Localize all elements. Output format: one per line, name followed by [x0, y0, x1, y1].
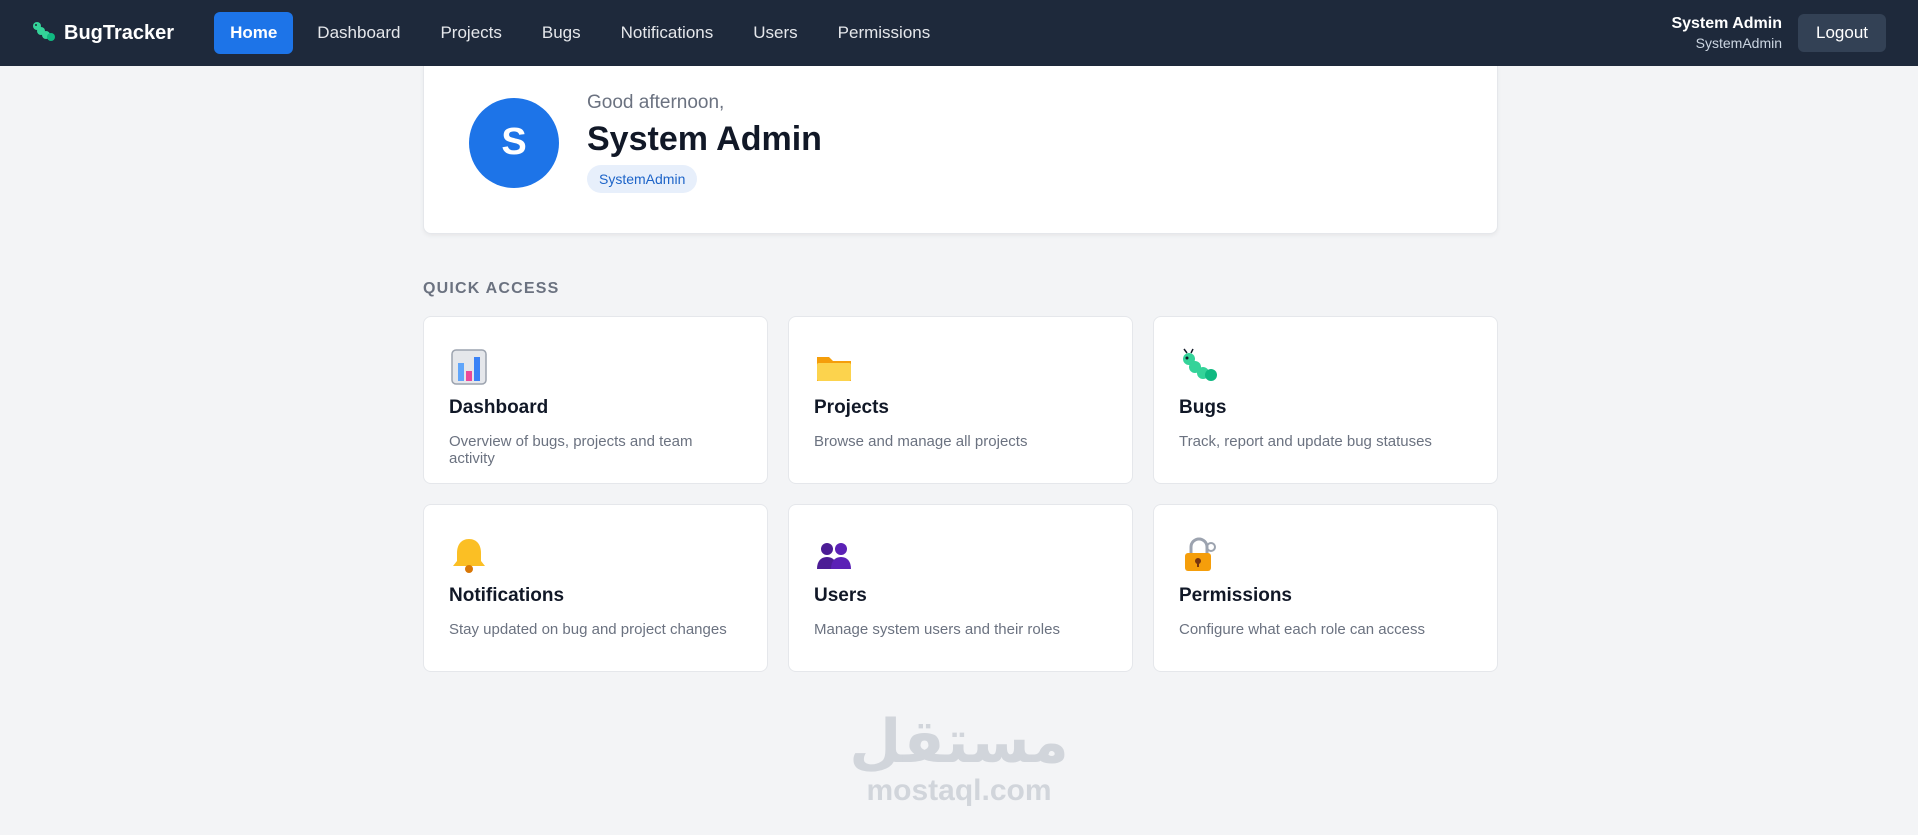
user-role: SystemAdmin	[1695, 35, 1782, 52]
quick-card-users[interactable]: Users Manage system users and their role…	[788, 504, 1133, 672]
welcome-card: S Good afternoon, System Admin SystemAdm…	[423, 66, 1498, 234]
nav-item-users[interactable]: Users	[737, 12, 813, 54]
card-description: Browse and manage all projects	[814, 433, 1028, 450]
welcome-name: System Admin	[587, 120, 822, 158]
main-nav: Home Dashboard Projects Bugs Notificatio…	[214, 12, 946, 54]
card-title: Projects	[814, 397, 889, 418]
nav-item-permissions[interactable]: Permissions	[822, 12, 947, 54]
user-name: System Admin	[1671, 15, 1782, 32]
role-badge: SystemAdmin	[587, 165, 698, 193]
card-description: Configure what each role can access	[1179, 621, 1425, 638]
main-content: S Good afternoon, System Admin SystemAdm…	[423, 66, 1498, 672]
card-description: Manage system users and their roles	[814, 621, 1060, 638]
bell-icon	[453, 539, 485, 573]
bar-chart-icon	[451, 349, 487, 385]
card-title: Notifications	[449, 585, 565, 606]
bug-icon	[1183, 348, 1217, 381]
quick-card-permissions[interactable]: Permissions Configure what each role can…	[1153, 504, 1498, 672]
nav-item-home[interactable]: Home	[214, 12, 294, 54]
card-title: Dashboard	[449, 397, 549, 418]
quick-card-projects[interactable]: Projects Browse and manage all projects	[788, 316, 1133, 484]
brand[interactable]: BugTracker	[32, 20, 174, 47]
card-title: Users	[814, 585, 867, 606]
quick-card-dashboard[interactable]: Dashboard Overview of bugs, projects and…	[423, 316, 768, 484]
watermark-arabic: مستقل	[849, 707, 1069, 777]
watermark: مستقل mostaql.com	[849, 712, 1069, 808]
quick-access-grid: Dashboard Overview of bugs, projects and…	[423, 316, 1498, 672]
folder-icon	[817, 357, 851, 381]
top-navbar: BugTracker Home Dashboard Projects Bugs …	[0, 0, 1918, 66]
logout-button[interactable]: Logout	[1798, 14, 1886, 52]
user-info: System Admin SystemAdmin	[1671, 14, 1782, 52]
card-description: Overview of bugs, projects and team acti…	[449, 433, 693, 467]
quick-card-bugs[interactable]: Bugs Track, report and update bug status…	[1153, 316, 1498, 484]
nav-item-dashboard[interactable]: Dashboard	[301, 12, 416, 54]
welcome-text: Good afternoon, System Admin SystemAdmin	[587, 92, 822, 193]
nav-item-bugs[interactable]: Bugs	[526, 12, 597, 54]
greeting: Good afternoon,	[587, 92, 725, 113]
users-icon	[817, 543, 851, 569]
caterpillar-icon	[32, 20, 56, 47]
card-description: Stay updated on bug and project changes	[449, 621, 727, 638]
lock-icon	[1185, 537, 1216, 571]
card-title: Permissions	[1179, 585, 1292, 606]
avatar: S	[469, 97, 559, 188]
watermark-latin: mostaql.com	[866, 774, 1052, 807]
card-description: Track, report and update bug statuses	[1179, 433, 1432, 450]
nav-item-notifications[interactable]: Notifications	[605, 12, 730, 54]
brand-name: BugTracker	[64, 21, 175, 44]
quick-card-notifications[interactable]: Notifications Stay updated on bug and pr…	[423, 504, 768, 672]
user-area: System Admin SystemAdmin Logout	[1671, 14, 1886, 52]
nav-item-projects[interactable]: Projects	[424, 12, 517, 54]
quick-access-title: QUICK ACCESS	[423, 280, 560, 297]
card-title: Bugs	[1179, 397, 1227, 418]
